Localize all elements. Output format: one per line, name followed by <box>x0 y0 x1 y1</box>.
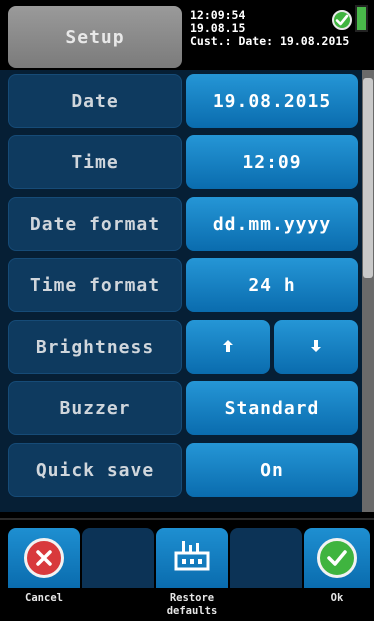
check-circle-icon <box>332 10 352 30</box>
scrollbar-thumb[interactable] <box>363 78 373 278</box>
battery-icon <box>355 5 368 32</box>
time-format-button[interactable]: 24 h <box>186 258 358 312</box>
arrow-up-icon <box>222 338 234 357</box>
restore-label-line2: defaults <box>166 605 218 617</box>
arrow-down-icon <box>310 338 322 357</box>
buzzer-label: Buzzer <box>8 381 182 435</box>
brightness-down-button[interactable] <box>274 320 358 374</box>
time-button[interactable]: 12:09 <box>186 135 358 189</box>
device-screen: Setup 12:09:54 19.08.15 Cust.: Date: 19.… <box>0 0 374 621</box>
restore-label: Restore defaults <box>147 592 237 618</box>
empty-softkey-2 <box>230 528 302 588</box>
date-button[interactable]: 19.08.2015 <box>186 74 358 128</box>
cancel-button[interactable] <box>8 528 80 588</box>
close-icon <box>24 538 64 578</box>
ok-label: Ok <box>330 592 344 604</box>
brightness-label: Brightness <box>8 320 182 374</box>
check-icon <box>317 538 357 578</box>
quick-save-label: Quick save <box>8 443 182 497</box>
quick-save-button[interactable]: On <box>186 443 358 497</box>
footer-divider <box>0 518 374 520</box>
date-label: Date <box>8 74 182 128</box>
brightness-up-button[interactable] <box>186 320 270 374</box>
ok-button[interactable] <box>304 528 370 588</box>
empty-softkey-1 <box>82 528 154 588</box>
restore-label-line1: Restore <box>169 592 215 604</box>
page-title: Setup <box>8 6 182 68</box>
time-format-label: Time format <box>8 258 182 312</box>
buzzer-button[interactable]: Standard <box>186 381 358 435</box>
date-format-label: Date format <box>8 197 182 251</box>
time-label: Time <box>8 135 182 189</box>
restore-defaults-button[interactable] <box>156 528 228 588</box>
status-cust: Cust.: Date: 19.08.2015 <box>190 34 350 48</box>
date-format-button[interactable]: dd.mm.yyyy <box>186 197 358 251</box>
factory-icon <box>172 539 212 577</box>
cancel-label: Cancel <box>25 592 63 604</box>
